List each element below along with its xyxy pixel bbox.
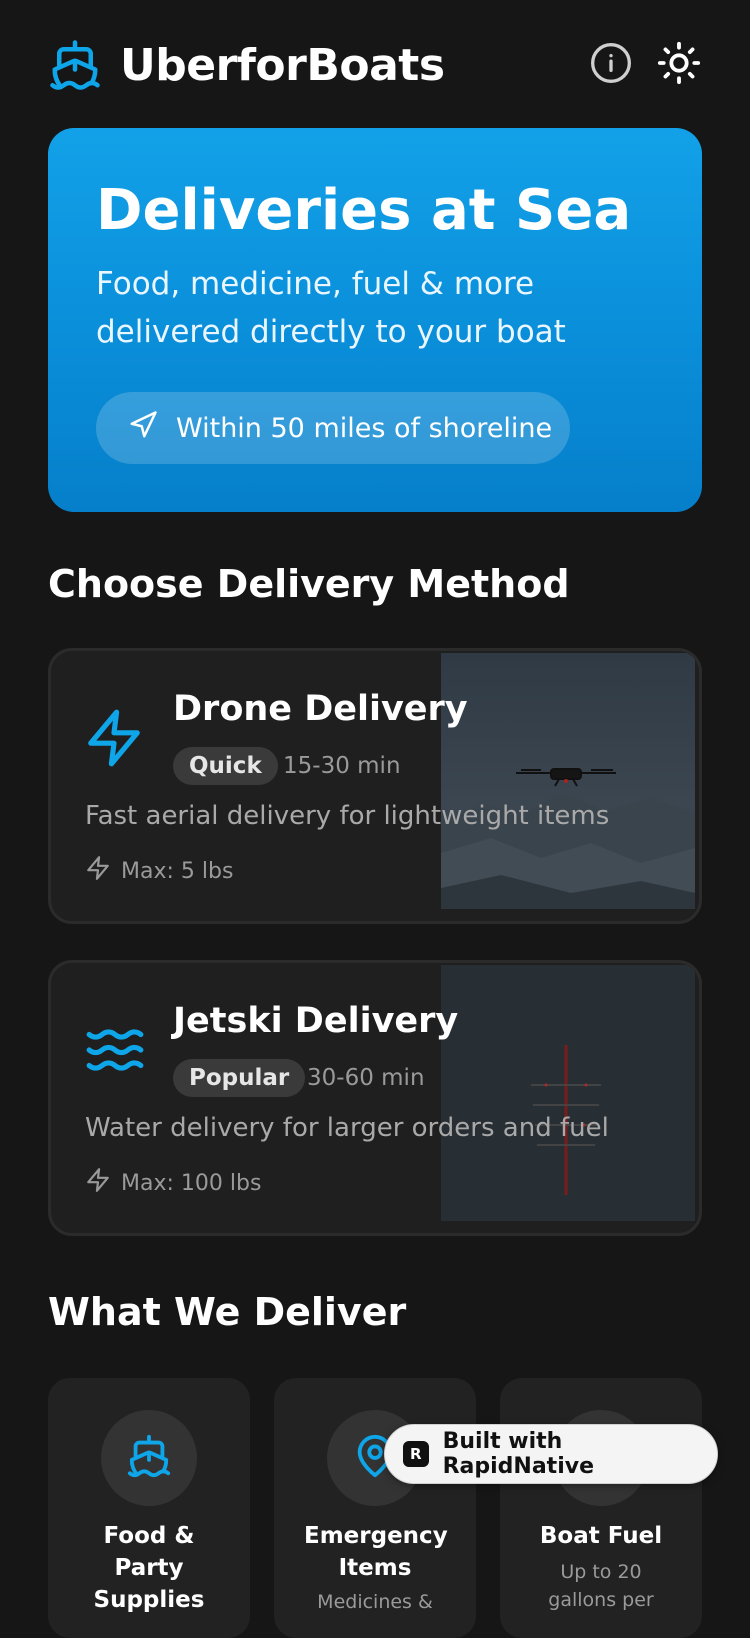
deliver-section-title: What We Deliver <box>48 1290 407 1334</box>
method-description: Fast aerial delivery for lightweight ite… <box>85 801 610 831</box>
max-weight-label: Max: 5 lbs <box>121 858 234 884</box>
rapidnative-logo-icon: R <box>403 1441 429 1467</box>
hero-banner: Deliveries at Sea Food, medicine, fuel &… <box>48 128 702 512</box>
category-card-emergency[interactable]: Emergency Items Medicines & <box>274 1378 476 1638</box>
info-button[interactable] <box>588 42 634 88</box>
max-weight-label: Max: 100 lbs <box>121 1170 262 1196</box>
category-card-food[interactable]: Food & Party Supplies <box>48 1378 250 1638</box>
ship-icon <box>48 38 102 92</box>
category-subtitle: Medicines & <box>317 1591 433 1613</box>
lightning-icon <box>85 1167 121 1199</box>
method-eta: 30-60 min <box>307 1065 425 1091</box>
method-badge: Popular <box>173 1059 306 1097</box>
category-card-fuel[interactable]: Boat Fuel Up to 20 gallons per <box>500 1378 702 1638</box>
lightning-icon <box>83 707 145 769</box>
built-with-badge[interactable]: R Built with RapidNative <box>384 1424 718 1484</box>
lightning-icon <box>85 855 121 887</box>
jetski-photo <box>441 965 695 1221</box>
waves-icon <box>83 1019 145 1081</box>
method-badge: Quick <box>173 747 278 785</box>
methods-section-title: Choose Delivery Method <box>48 562 570 606</box>
category-title: Boat Fuel <box>539 1523 663 1549</box>
category-title: Food & Party Supplies <box>93 1523 205 1613</box>
drone-delivery-card[interactable]: Drone Delivery Quick 15-30 min Fast aeri… <box>48 648 702 924</box>
theme-toggle-button[interactable] <box>656 40 702 90</box>
category-icon-circle <box>101 1410 197 1506</box>
range-pill-label: Within 50 miles of shoreline <box>176 412 553 444</box>
navigation-arrow-icon <box>128 410 176 447</box>
ship-icon <box>126 1433 172 1483</box>
info-icon <box>589 41 633 89</box>
method-max-weight: Max: 5 lbs <box>85 855 233 887</box>
jetski-delivery-card[interactable]: Jetski Delivery Popular 30-60 min Water … <box>48 960 702 1236</box>
built-with-label: Built with RapidNative <box>442 1429 594 1479</box>
method-name: Jetski Delivery <box>173 1001 459 1041</box>
range-pill: Within 50 miles of shoreline <box>96 392 570 464</box>
app-header: UberforBoats <box>48 32 702 98</box>
method-description: Water delivery for larger orders and fue… <box>85 1113 609 1143</box>
header-actions <box>588 40 702 90</box>
method-max-weight: Max: 100 lbs <box>85 1167 261 1199</box>
category-subtitle: Up to 20 gallons per <box>548 1561 654 1611</box>
sun-icon <box>656 40 702 90</box>
hero-title: Deliveries at Sea <box>96 178 632 243</box>
app-title: UberforBoats <box>120 39 445 91</box>
method-eta: 15-30 min <box>283 753 401 779</box>
drone-photo <box>441 653 695 909</box>
method-name: Drone Delivery <box>173 689 468 729</box>
category-title: Emergency Items <box>304 1523 448 1581</box>
hero-subtitle: Food, medicine, fuel & more delivered di… <box>96 266 566 350</box>
